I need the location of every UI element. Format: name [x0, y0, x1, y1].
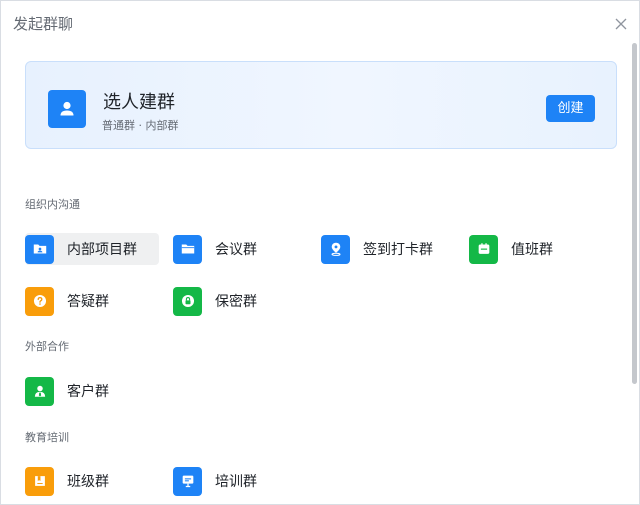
lock-icon — [173, 286, 202, 316]
hero-title: 选人建群 — [103, 92, 175, 113]
scrollbar[interactable] — [631, 43, 639, 503]
hero-subtitle: 普通群 · 内部群 — [102, 119, 179, 132]
item-label: 值班群 — [511, 242, 553, 258]
create-group-dialog: 发起群聊 选人建群 普通群 · 内部群 创建 组织内沟通 内部项目群 会议群 签… — [0, 0, 640, 505]
dialog-title: 发起群聊 — [13, 15, 74, 33]
item-label: 培训群 — [215, 474, 257, 490]
item-label: 班级群 — [67, 474, 109, 490]
group-type-check-in[interactable]: 签到打卡群 — [321, 233, 433, 265]
folder-person-icon — [25, 234, 54, 264]
customer-icon — [25, 376, 54, 406]
location-pin-icon — [321, 234, 350, 264]
group-type-qa[interactable]: 答疑群 — [25, 285, 109, 317]
item-label: 会议群 — [215, 242, 257, 258]
group-type-meeting[interactable]: 会议群 — [173, 233, 257, 265]
item-label: 内部项目群 — [67, 242, 137, 258]
select-people-card[interactable]: 选人建群 普通群 · 内部群 创建 — [25, 61, 617, 149]
group-type-internal-project[interactable]: 内部项目群 — [25, 233, 159, 265]
briefcase-icon — [469, 234, 498, 264]
item-label: 答疑群 — [67, 294, 109, 310]
item-label: 客户群 — [67, 384, 109, 400]
presentation-icon — [173, 466, 202, 496]
group-type-training[interactable]: 培训群 — [173, 465, 257, 497]
folder-icon — [173, 234, 202, 264]
question-icon — [25, 286, 54, 316]
item-label: 签到打卡群 — [363, 242, 433, 258]
section-label-external: 外部合作 — [25, 340, 69, 353]
scrollbar-thumb[interactable] — [632, 43, 637, 384]
close-icon[interactable] — [613, 16, 629, 32]
group-type-duty[interactable]: 值班群 — [469, 233, 553, 265]
item-label: 保密群 — [215, 294, 257, 310]
group-type-customer[interactable]: 客户群 — [25, 375, 109, 407]
create-button[interactable]: 创建 — [546, 95, 595, 122]
section-label-education: 教育培训 — [25, 431, 69, 444]
group-type-class[interactable]: 班级群 — [25, 465, 109, 497]
book-icon — [25, 466, 54, 496]
group-type-confidential[interactable]: 保密群 — [173, 285, 257, 317]
person-icon — [48, 90, 86, 128]
section-label-internal: 组织内沟通 — [25, 198, 80, 211]
